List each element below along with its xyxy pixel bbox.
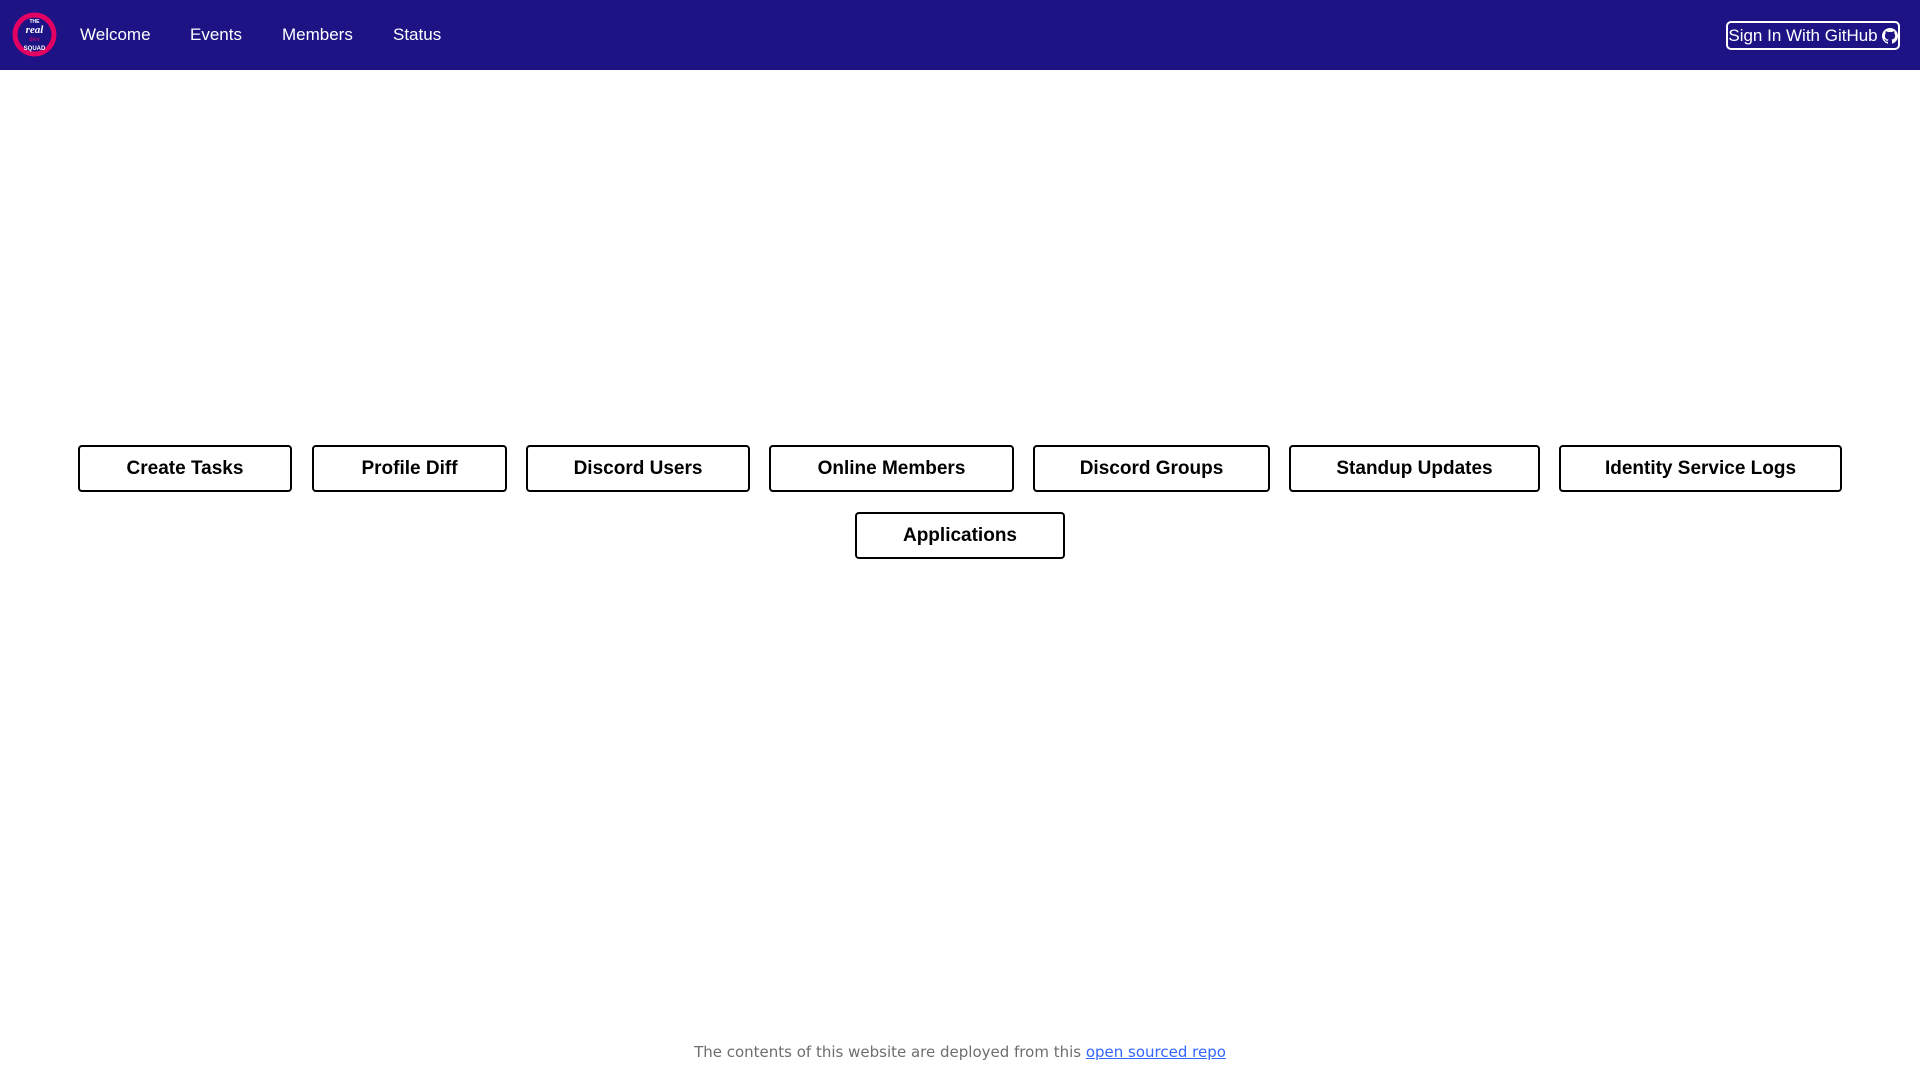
footer-text: The contents of this website are deploye… bbox=[694, 1043, 1086, 1061]
discord-users-button[interactable]: Discord Users bbox=[526, 445, 750, 492]
logo-text-squad: SQUAD bbox=[24, 46, 46, 52]
top-navbar: THE real dev SQUAD Welcome Events Member… bbox=[0, 0, 1920, 70]
nav-link-welcome[interactable]: Welcome bbox=[80, 24, 151, 46]
profile-diff-button[interactable]: Profile Diff bbox=[312, 445, 507, 492]
discord-groups-button[interactable]: Discord Groups bbox=[1033, 445, 1270, 492]
real-dev-squad-logo[interactable]: THE real dev SQUAD bbox=[12, 12, 57, 57]
online-members-button[interactable]: Online Members bbox=[769, 445, 1014, 492]
nav-link-status[interactable]: Status bbox=[393, 24, 441, 46]
logo-text-dev: dev bbox=[29, 36, 40, 43]
sign-in-github-button[interactable]: Sign In With GitHub bbox=[1726, 21, 1900, 50]
sign-in-label: Sign In With GitHub bbox=[1728, 25, 1878, 45]
create-tasks-button[interactable]: Create Tasks bbox=[78, 445, 292, 492]
footer: The contents of this website are deploye… bbox=[0, 1042, 1920, 1062]
open-sourced-repo-link[interactable]: open sourced repo bbox=[1086, 1043, 1226, 1061]
nav-link-members[interactable]: Members bbox=[282, 24, 353, 46]
nav-link-events[interactable]: Events bbox=[190, 24, 242, 46]
applications-button[interactable]: Applications bbox=[855, 512, 1065, 559]
identity-service-logs-button[interactable]: Identity Service Logs bbox=[1559, 445, 1842, 492]
standup-updates-button[interactable]: Standup Updates bbox=[1289, 445, 1540, 492]
github-icon bbox=[1881, 27, 1898, 44]
logo-text-real: real bbox=[26, 24, 45, 36]
